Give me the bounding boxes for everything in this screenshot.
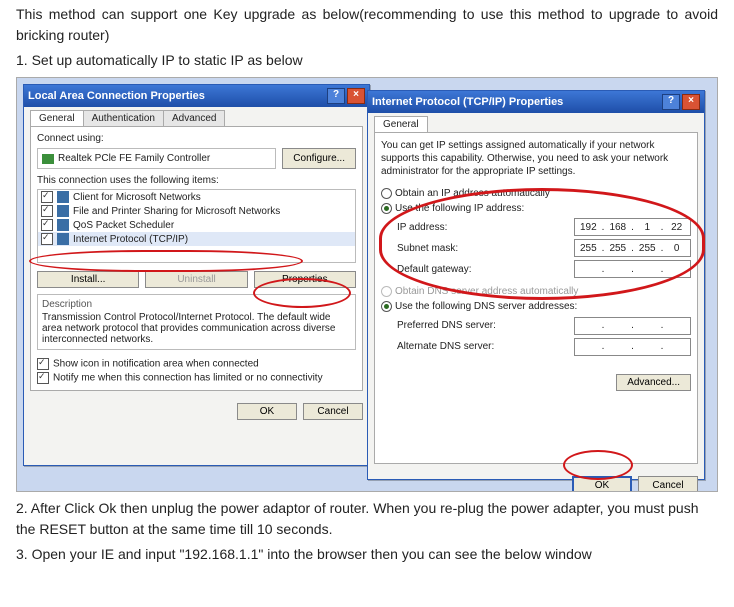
protocol-icon (57, 233, 69, 245)
items-label: This connection uses the following items… (37, 175, 356, 186)
annotation-circle-properties-button (253, 278, 351, 308)
share-icon (57, 205, 69, 217)
lac-cancel-button[interactable]: Cancel (303, 403, 363, 420)
nic-name: Realtek PCle FE Family Controller (58, 153, 210, 164)
step-1: 1. Set up automatically IP to static IP … (16, 50, 718, 71)
close-icon[interactable]: × (347, 88, 365, 104)
obtain-ip-radio[interactable] (381, 188, 392, 199)
use-ip-radio[interactable] (381, 203, 392, 214)
install-button[interactable]: Install... (37, 271, 139, 288)
nic-field: Realtek PCle FE Family Controller (37, 148, 276, 169)
alternate-dns-input[interactable]: ... (574, 338, 691, 356)
annotation-circle-tcpip-item (29, 250, 303, 272)
intro-text: This method can support one Key upgrade … (16, 4, 718, 46)
tab-general[interactable]: General (374, 116, 428, 132)
notify-checkbox[interactable] (37, 372, 49, 384)
annotation-circle-ip-settings (379, 188, 705, 300)
qos-icon (57, 219, 69, 231)
use-dns-label: Use the following DNS server addresses: (395, 302, 577, 313)
advanced-button[interactable]: Advanced... (616, 374, 691, 391)
list-item[interactable]: File and Printer Sharing for Microsoft N… (38, 204, 355, 218)
uninstall-button: Uninstall (145, 271, 247, 288)
tcpip-titlebar[interactable]: Internet Protocol (TCP/IP) Properties ? … (368, 91, 704, 113)
step-3: 3. Open your IE and input "192.168.1.1" … (16, 544, 718, 565)
use-dns-radio[interactable] (381, 301, 392, 312)
step-2: 2. After Click Ok then unplug the power … (16, 498, 718, 540)
lac-properties-dialog: Local Area Connection Properties ? × Gen… (23, 84, 370, 466)
tab-general[interactable]: General (30, 110, 84, 126)
tcpip-title: Internet Protocol (TCP/IP) Properties (372, 96, 563, 108)
connect-using-label: Connect using: (37, 133, 356, 144)
tab-advanced[interactable]: Advanced (163, 110, 225, 126)
list-item-tcpip[interactable]: Internet Protocol (TCP/IP) (38, 232, 355, 246)
notify-label: Notify me when this connection has limit… (53, 373, 323, 384)
lac-titlebar[interactable]: Local Area Connection Properties ? × (24, 85, 369, 107)
tcpip-cancel-button[interactable]: Cancel (638, 476, 698, 492)
lac-title: Local Area Connection Properties (28, 90, 205, 102)
description-text: Transmission Control Protocol/Internet P… (42, 312, 351, 345)
alternate-dns-label: Alternate DNS server: (397, 341, 494, 352)
close-icon[interactable]: × (682, 94, 700, 110)
show-icon-checkbox[interactable] (37, 358, 49, 370)
annotation-circle-ok-button (563, 450, 633, 480)
tcpip-blurb: You can get IP settings assigned automat… (381, 139, 691, 178)
help-icon[interactable]: ? (327, 88, 345, 104)
lac-ok-button[interactable]: OK (237, 403, 297, 420)
configure-button[interactable]: Configure... (282, 148, 356, 169)
client-icon (57, 191, 69, 203)
screenshot-figure: Local Area Connection Properties ? × Gen… (16, 77, 718, 492)
tab-authentication[interactable]: Authentication (83, 110, 164, 126)
list-item[interactable]: QoS Packet Scheduler (38, 218, 355, 232)
nic-icon (42, 154, 54, 164)
show-icon-label: Show icon in notification area when conn… (53, 359, 259, 370)
obtain-dns-radio (381, 286, 392, 297)
list-item[interactable]: Client for Microsoft Networks (38, 190, 355, 204)
preferred-dns-label: Preferred DNS server: (397, 320, 496, 331)
preferred-dns-input[interactable]: ... (574, 317, 691, 335)
help-icon[interactable]: ? (662, 94, 680, 110)
